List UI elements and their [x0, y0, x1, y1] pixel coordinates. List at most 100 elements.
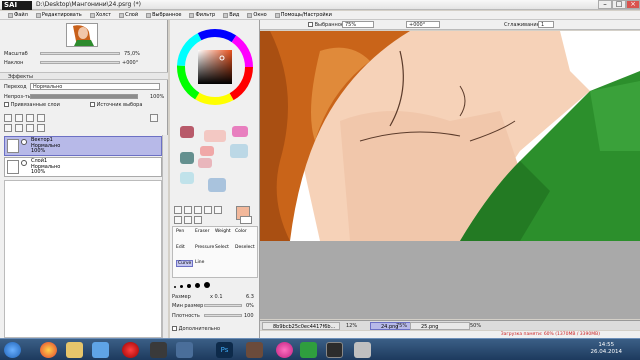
brush-preset-dot[interactable]	[187, 284, 191, 288]
rect-select-icon[interactable]	[174, 206, 182, 214]
image-icon[interactable]	[246, 342, 263, 358]
palette-swatch[interactable]	[230, 144, 248, 158]
maximize-button[interactable]: □	[612, 0, 626, 9]
rotate-icon[interactable]	[174, 216, 182, 224]
new-layer-icon[interactable]	[4, 114, 12, 122]
new-vector-layer-icon[interactable]	[15, 114, 23, 122]
menu-edit[interactable]: Редактировать	[32, 12, 86, 18]
angle-slider[interactable]	[40, 61, 120, 64]
layer-opacity: 100%	[31, 148, 46, 154]
tool-edit[interactable]: Edit	[176, 245, 185, 250]
visibility-icon[interactable]	[21, 160, 27, 166]
layer-item-layer1[interactable]: Слой1 Нормально 100%	[4, 157, 162, 177]
palette-swatch[interactable]	[204, 130, 226, 142]
app-icon[interactable]	[276, 342, 293, 358]
sai-icon[interactable]	[326, 342, 343, 358]
menu-view[interactable]: Вид	[219, 12, 243, 18]
canvas-angle-select[interactable]: +000°	[406, 21, 440, 28]
menu-layer[interactable]: Слой	[115, 12, 142, 18]
menu-window[interactable]: Окно	[243, 12, 270, 18]
zoom-slider[interactable]	[40, 52, 120, 55]
doc-tab-2-zoom: 75%	[396, 323, 408, 329]
torrent-icon[interactable]	[300, 342, 317, 358]
brush-preset-dot[interactable]	[204, 282, 210, 288]
brush-preset-dot[interactable]	[195, 283, 200, 288]
zoom-value: 75,0%	[124, 51, 140, 57]
zoom-icon[interactable]	[214, 206, 222, 214]
tool-curve[interactable]: Curve	[176, 260, 194, 267]
delete-layer-icon[interactable]	[37, 124, 45, 132]
palette-swatch[interactable]	[180, 172, 194, 184]
merge-down-icon[interactable]	[15, 124, 23, 132]
photoshop-icon[interactable]: Ps	[216, 342, 233, 358]
selection-source-checkbox[interactable]: Источник выбора	[90, 102, 142, 108]
drawing-canvas[interactable]	[260, 31, 640, 319]
eyedropper-icon[interactable]	[194, 216, 202, 224]
app-icon[interactable]	[176, 342, 193, 358]
color-wheel[interactable]	[176, 28, 254, 106]
palette-swatch[interactable]	[180, 152, 194, 164]
size-multiplier[interactable]: x 0.1	[210, 294, 223, 300]
app-icon[interactable]	[150, 342, 167, 358]
tool-color[interactable]: Color	[235, 229, 247, 234]
chrome-icon[interactable]	[40, 342, 57, 358]
palette-swatch[interactable]	[232, 126, 248, 137]
lasso-icon[interactable]	[184, 206, 192, 214]
start-button[interactable]	[4, 342, 21, 358]
brush-preset-dot[interactable]	[180, 285, 183, 288]
mask-icon[interactable]	[37, 114, 45, 122]
system-clock[interactable]: 14:55 26.04.2014	[591, 342, 623, 356]
palette-swatch[interactable]	[198, 158, 212, 168]
menu-canvas[interactable]: Холст	[86, 12, 115, 18]
density-slider[interactable]	[204, 314, 242, 317]
menu-selection[interactable]: Выбранное	[142, 12, 185, 18]
brush-preset-dot[interactable]	[174, 286, 176, 288]
tool-select[interactable]: Select	[215, 245, 229, 250]
move-icon[interactable]	[204, 206, 212, 214]
effects-header[interactable]: Эффекты	[0, 72, 168, 80]
palette-swatch[interactable]	[180, 126, 194, 138]
tool-deselect[interactable]: Deselect	[235, 245, 255, 250]
doc-tab-1[interactable]: 8b9bcb25c0ec4417f6b...	[262, 322, 340, 330]
magic-wand-icon[interactable]	[194, 206, 202, 214]
media-icon[interactable]	[92, 342, 109, 358]
menu-filter[interactable]: Фильтр	[185, 12, 219, 18]
secondary-color[interactable]	[240, 216, 252, 224]
tool-pen[interactable]: Pen	[176, 229, 184, 234]
layer-scrollbar[interactable]	[162, 135, 168, 358]
menu-help[interactable]: Помощь/Настройки	[271, 12, 336, 18]
explorer-icon[interactable]	[66, 342, 83, 358]
trash-icon[interactable]	[150, 114, 158, 124]
canvas-zoom-select[interactable]: 75%	[342, 21, 374, 28]
title-bar: SAI D:\Desktop\Мангонини\24.psrg (*) – □…	[0, 0, 640, 10]
copy-layer-icon[interactable]	[4, 124, 12, 132]
new-folder-icon[interactable]	[26, 114, 34, 122]
extra-settings-toggle[interactable]: Дополнительно	[172, 326, 220, 332]
tool-weight[interactable]: Weight	[215, 229, 231, 234]
tool-pressure[interactable]: Pressure	[195, 245, 214, 250]
navigator-preview[interactable]	[66, 23, 98, 47]
stabilizer-select[interactable]: 1	[538, 21, 554, 28]
app-icon[interactable]	[354, 342, 371, 358]
angle-value: +000°	[122, 60, 139, 66]
layer-item-vector1[interactable]: Вектор1 Нормально 100%	[4, 136, 162, 156]
layer-thumbnail	[7, 139, 19, 153]
hand-icon[interactable]	[184, 216, 192, 224]
palette-swatch[interactable]	[200, 146, 214, 156]
min-size-slider[interactable]	[204, 304, 242, 307]
palette-swatch[interactable]	[208, 178, 226, 192]
blend-mode-select[interactable]: Нормально	[30, 83, 160, 90]
doc-tab-3[interactable]: 25.png	[410, 322, 470, 330]
selection-toggle[interactable]: Выбранное	[308, 22, 344, 28]
layer-list-empty-area	[4, 180, 162, 338]
opacity-slider[interactable]	[30, 94, 138, 99]
record-icon[interactable]	[122, 342, 139, 358]
close-button[interactable]: ×	[626, 0, 640, 9]
clear-layer-icon[interactable]	[26, 124, 34, 132]
tool-eraser[interactable]: Eraser	[195, 229, 209, 234]
clip-layers-checkbox[interactable]: Привязанные слои	[4, 102, 60, 108]
minimize-button[interactable]: –	[598, 0, 612, 9]
tool-line[interactable]: Line	[195, 260, 204, 265]
menu-file[interactable]: Файл	[4, 12, 32, 18]
visibility-icon[interactable]	[21, 139, 27, 145]
